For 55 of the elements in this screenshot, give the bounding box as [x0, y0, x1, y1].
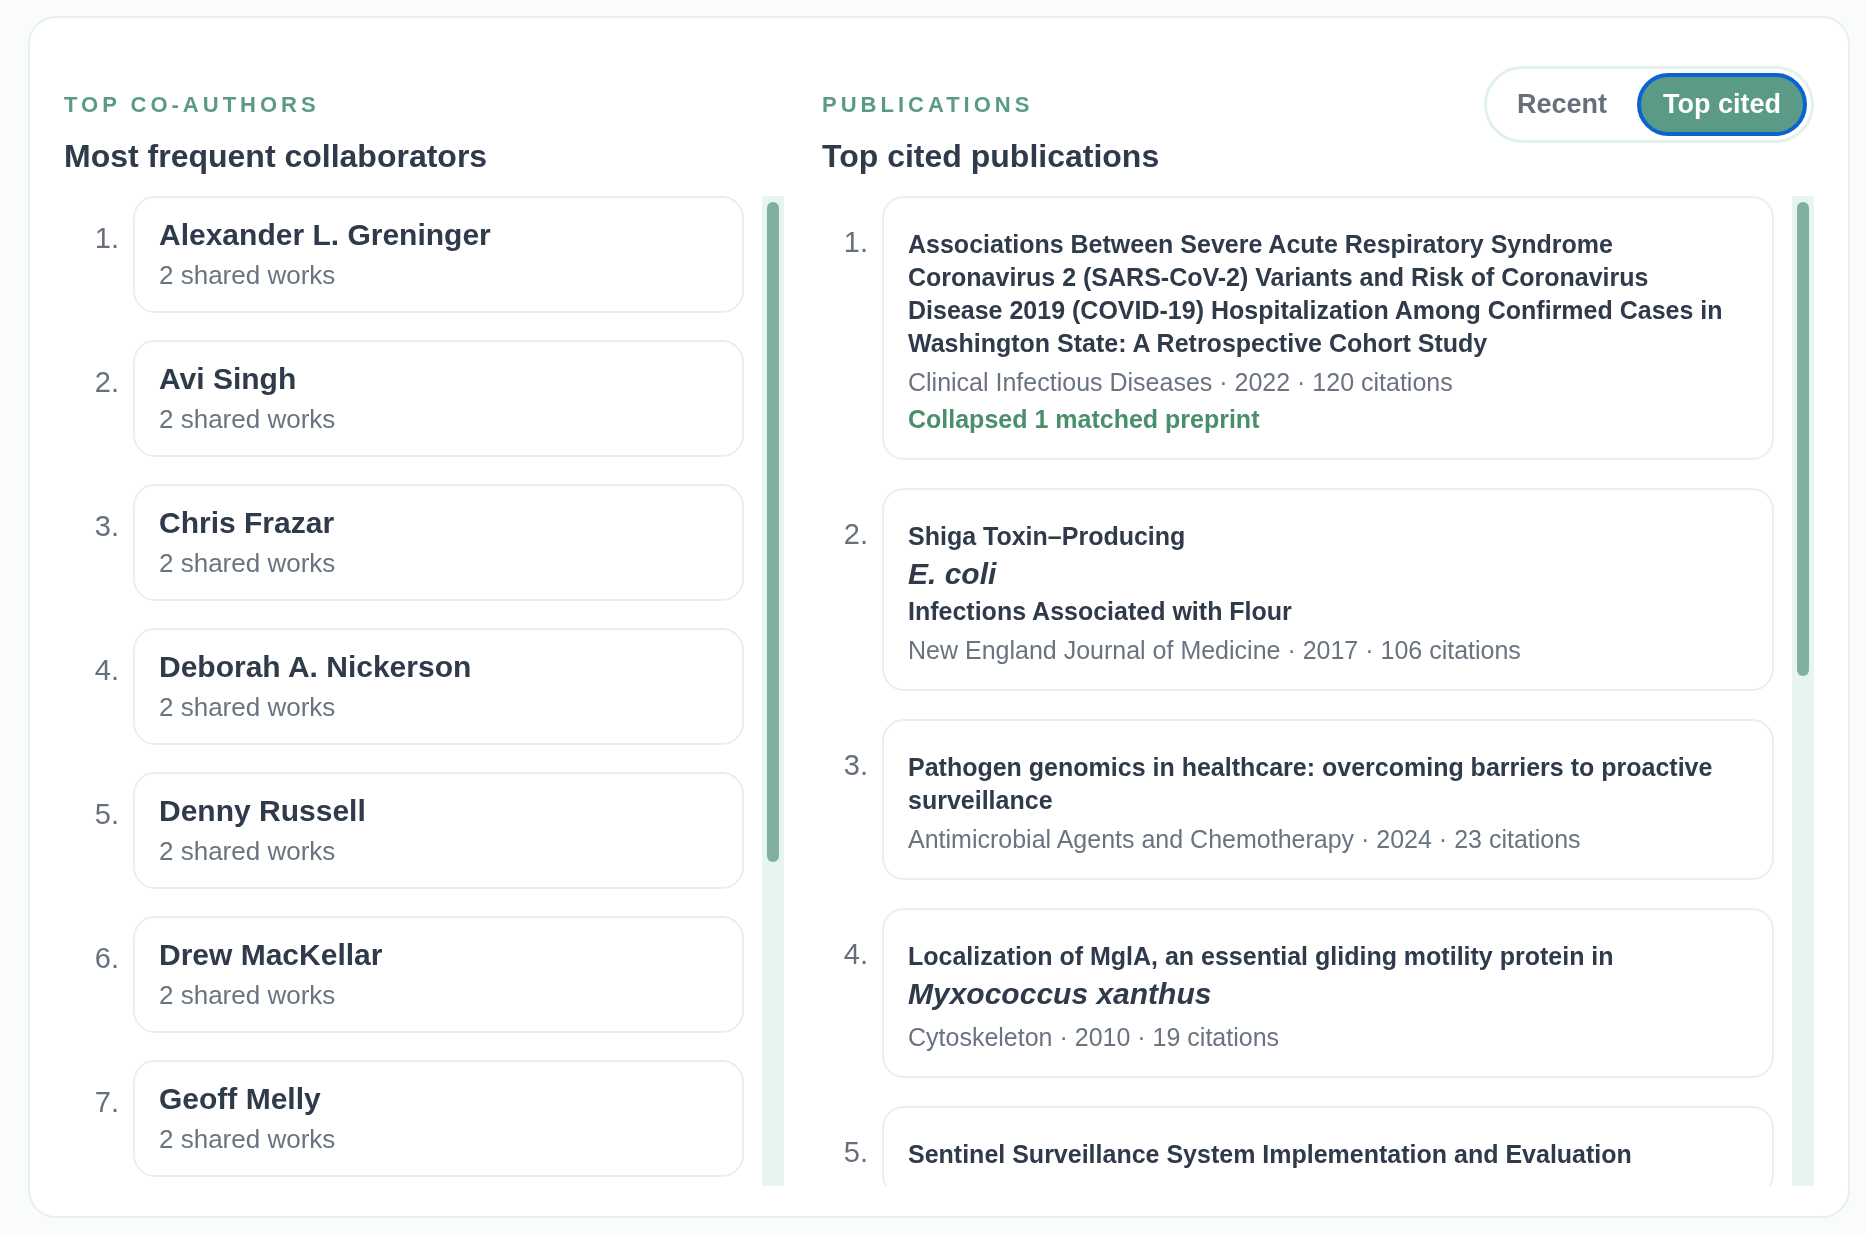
rank-number: 7.	[93, 1085, 119, 1120]
coauthor-name: Denny Russell	[159, 794, 367, 828]
publication-card[interactable]: Shiga Toxin–Producing E. coli Infections Associated with Flour New England Journal of Medicine · 2017 · 106 citations	[882, 488, 1774, 691]
rank-number: 1.	[93, 221, 119, 256]
rank-number: 2.	[842, 517, 868, 552]
publication-title: Pathogen genomics in healthcare: overcoming barriers to proactive surveillance	[908, 752, 1714, 816]
coauthor-card[interactable]: Avi Singh 2 shared works	[133, 340, 744, 457]
coauthor-name: Chris Frazar	[159, 506, 336, 540]
scrollbar[interactable]	[762, 196, 784, 1186]
coauthor-card[interactable]: Chris Frazar 2 shared works	[133, 484, 744, 601]
coauthor-name: Geoff Melly	[159, 1082, 322, 1116]
publication-title: Shiga Toxin–Producing E. coli Infections Associated with Flour	[908, 521, 1293, 627]
publication-meta: Cytoskeleton · 2010 · 19 citations	[908, 1023, 1281, 1052]
shared-works: 2 shared works	[159, 1124, 337, 1155]
coauthor-card[interactable]: Denny Russell 2 shared works	[133, 772, 744, 889]
publication-meta: Clinical Infectious Diseases · 2022 · 120 citations	[908, 368, 1454, 397]
publication-card[interactable]	[882, 196, 1774, 460]
shared-works: 2 shared works	[159, 548, 337, 579]
preprint-note: Collapsed 1 matched preprint	[908, 405, 1261, 434]
coauthor-card[interactable]: Deborah A. Nickerson 2 shared works	[133, 628, 744, 745]
section-title: Most frequent collaborators	[64, 138, 488, 175]
coauthor-name: Drew MacKellar	[159, 938, 384, 972]
shared-works: 2 shared works	[159, 836, 337, 867]
publication-title: Localization of MglA, an essential gliding motility protein in Myxococcus xanthus	[908, 941, 1615, 1012]
sort-tab[interactable]: Recent	[1490, 73, 1633, 136]
shared-works: 2 shared works	[159, 260, 337, 291]
rank-number: 5.	[93, 797, 119, 832]
coauthor-name: Alexander L. Greninger	[159, 218, 492, 252]
rank-number: 3.	[842, 748, 868, 783]
rank-number: 1.	[842, 225, 868, 260]
publication-card[interactable]: Pathogen genomics in healthcare: overcoming barriers to proactive surveillance Antimicrobial Agents and Chemotherapy · 2024 · 23 citations	[882, 719, 1774, 880]
scrollbar[interactable]	[1792, 196, 1814, 1186]
coauthor-card[interactable]: Alexander L. Greninger 2 shared works	[133, 196, 744, 313]
rank-number: 4.	[93, 653, 119, 688]
section-title: Top cited publications	[822, 138, 1160, 175]
rank-number: 6.	[93, 941, 119, 976]
shared-works: 2 shared works	[159, 980, 337, 1011]
rank-number: 4.	[842, 937, 868, 972]
rank-number: 2.	[93, 365, 119, 400]
publication-card[interactable]: Sentinel Surveillance System Implementation and Evaluation	[882, 1106, 1774, 1186]
section-eyebrow: TOP CO-AUTHORS	[64, 92, 321, 118]
rank-number: 3.	[93, 509, 119, 544]
shared-works: 2 shared works	[159, 404, 337, 435]
publication-title: Sentinel Surveillance System Implementation and Evaluation	[908, 1139, 1633, 1170]
publication-title: Associations Between Severe Acute Respiratory Syndrome Coronavirus 2 (SARS-CoV-2) Variants and Risk of Coronavirus Disease 2019 (COVID-19) Hospitalization Among Confirmed Cases in Washington State: A Retrospective Cohort Study	[908, 229, 1724, 359]
coauthor-card[interactable]: Drew MacKellar 2 shared works	[133, 916, 744, 1033]
coauthor-name: Avi Singh	[159, 362, 298, 396]
rank-number: 5.	[842, 1135, 868, 1170]
publication-meta: New England Journal of Medicine · 2017 · 106 citations	[908, 636, 1522, 665]
coauthor-card[interactable]: Geoff Melly 2 shared works	[133, 1060, 744, 1177]
publication-meta: Antimicrobial Agents and Chemotherapy · 2024 · 23 citations	[908, 825, 1582, 854]
section-eyebrow: PUBLICATIONS	[822, 92, 1035, 118]
coauthor-name: Deborah A. Nickerson	[159, 650, 473, 684]
shared-works: 2 shared works	[159, 692, 337, 723]
publication-card[interactable]: Localization of MglA, an essential gliding motility protein in Myxococcus xanthus Cytoskeleton · 2010 · 19 citations	[882, 908, 1774, 1078]
